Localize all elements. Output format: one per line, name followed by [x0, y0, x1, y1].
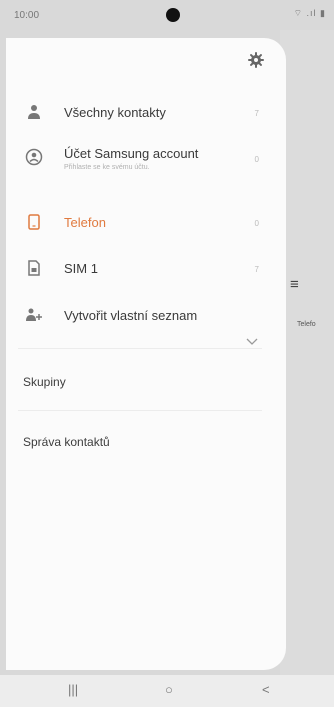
drawer-item-label: Telefon	[64, 215, 106, 230]
drawer-item-count: 7	[254, 265, 259, 274]
manage-contacts-item[interactable]: Správa kontaktů	[23, 435, 110, 449]
chevron-down-icon[interactable]	[246, 338, 258, 346]
recent-apps-button[interactable]: |||	[68, 682, 78, 697]
drawer-item-sim1[interactable]: SIM 1 7	[6, 249, 286, 289]
peek-label: Telefo	[297, 321, 316, 328]
home-button[interactable]: ○	[165, 682, 173, 697]
drawer-item-create-custom-list[interactable]: Vytvořit vlastní seznam	[6, 296, 286, 336]
sim-card-icon	[28, 260, 40, 276]
drawer-item-phone[interactable]: Telefon 0	[6, 203, 286, 243]
drawer-item-label: Vytvořit vlastní seznam	[64, 308, 198, 323]
drawer-item-label: Všechny kontakty	[64, 105, 166, 120]
drawer-item-all-contacts[interactable]: Všechny kontakty 7	[6, 93, 286, 133]
back-button[interactable]: <	[262, 682, 270, 697]
group-add-icon	[26, 308, 42, 321]
divider	[18, 410, 262, 411]
person-icon	[28, 105, 40, 119]
navigation-drawer: Všechny kontakty 7 Účet Samsung account …	[6, 38, 286, 670]
front-camera	[166, 8, 180, 22]
drawer-item-count: 0	[254, 219, 259, 228]
status-time: 10:00	[14, 10, 40, 21]
gear-icon[interactable]	[246, 50, 266, 70]
drawer-item-samsung-account[interactable]: Účet Samsung account Přihlaste se ke své…	[6, 135, 286, 183]
system-navigation-bar: ||| ○ <	[0, 675, 334, 707]
drawer-item-label: Účet Samsung account	[64, 146, 199, 161]
drawer-item-sublabel: Přihlaste se ke svému účtu.	[64, 164, 150, 171]
status-bar: 10:00 ⌔ .ıl ▮	[0, 0, 334, 30]
groups-section-header[interactable]: Skupiny	[23, 375, 66, 389]
drawer-item-count: 0	[254, 155, 259, 164]
drawer-item-label: SIM 1	[64, 261, 98, 276]
hamburger-menu-icon[interactable]: ≡	[290, 276, 299, 293]
drawer-item-count: 7	[254, 109, 259, 118]
divider	[18, 348, 262, 349]
contacts-list-backdrop[interactable]: ≡ Telefo	[280, 30, 334, 675]
phone-device-icon	[28, 214, 40, 230]
status-icons: ⌔ .ıl ▮	[293, 8, 326, 18]
account-circle-icon	[25, 148, 43, 166]
